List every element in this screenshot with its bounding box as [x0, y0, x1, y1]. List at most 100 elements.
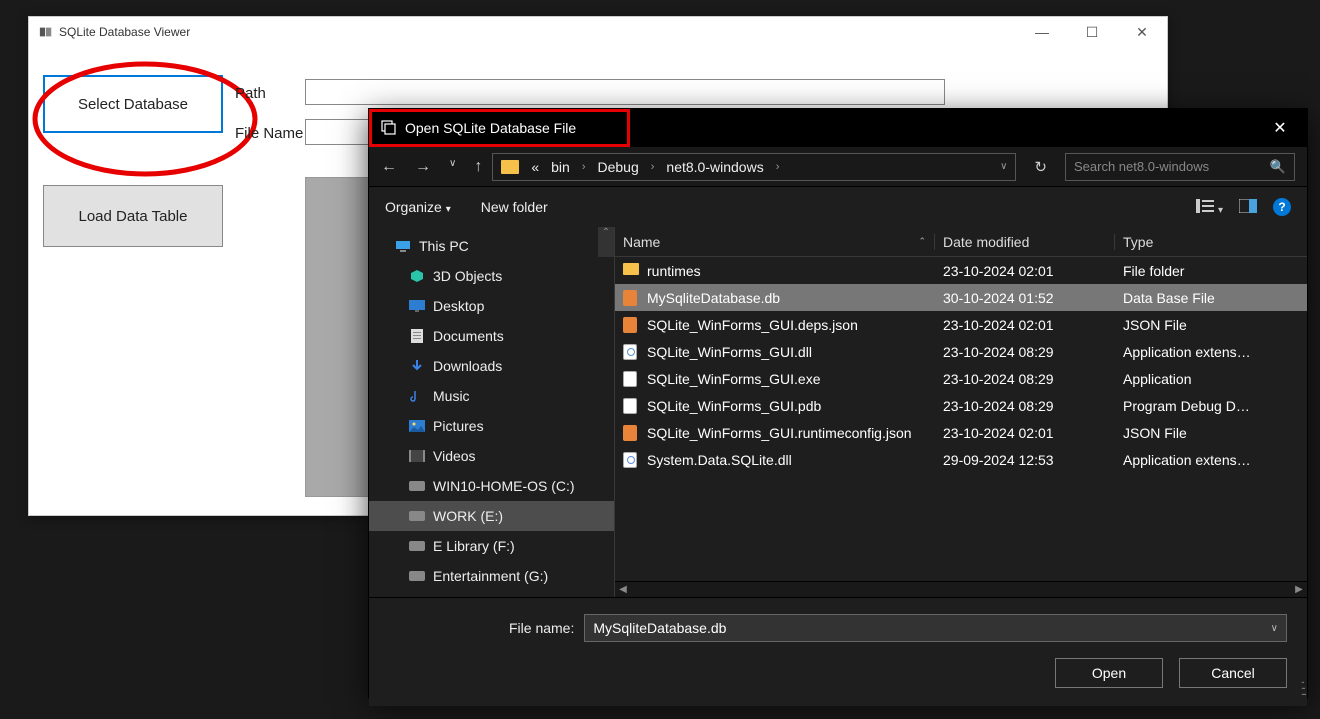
horizontal-scrollbar[interactable]: ◀ ▶ — [615, 581, 1307, 597]
file-name: SQLite_WinForms_GUI.dll — [647, 344, 812, 360]
dialog-title: Open SQLite Database File — [405, 120, 576, 136]
resize-grip-icon[interactable]: ......... — [1301, 677, 1305, 695]
path-input[interactable] — [305, 79, 945, 105]
filename-label: File name: — [509, 620, 574, 636]
close-button[interactable]: ✕ — [1127, 24, 1157, 41]
tree-item[interactable]: Downloads — [369, 351, 614, 381]
tree-item-label: Entertainment (G:) — [433, 568, 548, 584]
tree-item[interactable]: This PC — [369, 231, 614, 261]
view-details-icon[interactable]: ▾ — [1196, 199, 1223, 216]
drive-icon — [409, 478, 425, 494]
dialog-toolbar: Organize ▾ New folder ▾ ? — [369, 187, 1307, 227]
file-name: SQLite_WinForms_GUI.runtimeconfig.json — [647, 425, 912, 441]
tree-item[interactable]: E Library (F:) — [369, 531, 614, 561]
file-date: 29-09-2024 12:53 — [935, 452, 1115, 468]
file-row[interactable]: SQLite_WinForms_GUI.deps.json 23-10-2024… — [615, 311, 1307, 338]
tree-item[interactable]: WIN10-HOME-OS (C:) — [369, 471, 614, 501]
list-header[interactable]: Name⌃ Date modified Type — [615, 227, 1307, 257]
tree-item[interactable]: Desktop — [369, 291, 614, 321]
refresh-icon[interactable]: ↻ — [1026, 158, 1055, 176]
tree-item[interactable]: Music — [369, 381, 614, 411]
tree-item[interactable]: Entertainment (G:) — [369, 561, 614, 591]
file-row[interactable]: System.Data.SQLite.dll 29-09-2024 12:53 … — [615, 446, 1307, 473]
breadcrumb-part[interactable]: net8.0-windows — [666, 159, 763, 175]
tree-item-label: Documents — [433, 328, 504, 344]
scroll-left-icon[interactable]: ◀ — [615, 584, 631, 595]
tree-item[interactable]: Pictures — [369, 411, 614, 441]
tree-item[interactable]: Documents — [369, 321, 614, 351]
file-type: Application — [1115, 371, 1307, 387]
scroll-right-icon[interactable]: ▶ — [1291, 584, 1307, 595]
music-icon — [409, 388, 425, 404]
tree-item[interactable]: 3D Objects — [369, 261, 614, 291]
address-breadcrumb[interactable]: « bin › Debug › net8.0-windows › ∨ — [492, 153, 1016, 181]
dialog-icon — [381, 119, 397, 138]
cancel-button[interactable]: Cancel — [1179, 658, 1287, 688]
new-folder-button[interactable]: New folder — [481, 199, 548, 215]
file-date: 23-10-2024 02:01 — [935, 317, 1115, 333]
tree-item[interactable]: Videos — [369, 441, 614, 471]
file-row[interactable]: MySqliteDatabase.db 30-10-2024 01:52 Dat… — [615, 284, 1307, 311]
breadcrumb-part[interactable]: Debug — [597, 159, 638, 175]
filename-row: File name: MySqliteDatabase.db ∨ — [369, 597, 1307, 658]
search-placeholder: Search net8.0-windows — [1074, 159, 1209, 174]
open-button[interactable]: Open — [1055, 658, 1163, 688]
chevron-right-icon: › — [651, 161, 655, 173]
nav-up-icon[interactable]: ↑ — [474, 158, 482, 176]
file-date: 23-10-2024 02:01 — [935, 263, 1115, 279]
chevron-down-icon: ▾ — [446, 204, 451, 215]
nav-recent-icon[interactable]: ∨ — [449, 158, 456, 176]
minimize-button[interactable]: — — [1027, 24, 1057, 41]
nav-forward-icon[interactable]: → — [415, 158, 431, 176]
column-type[interactable]: Type — [1115, 234, 1307, 250]
file-list: Name⌃ Date modified Type runtimes 23-10-… — [615, 227, 1307, 597]
down-icon — [409, 358, 425, 374]
file-type: JSON File — [1115, 425, 1307, 441]
organize-menu[interactable]: Organize ▾ — [385, 199, 451, 215]
app-icon — [39, 25, 53, 39]
tree-item[interactable]: WORK (E:) — [369, 501, 614, 531]
breadcrumb-part[interactable]: bin — [551, 159, 570, 175]
nav-back-icon[interactable]: ← — [381, 158, 397, 176]
drive-icon — [409, 568, 425, 584]
pdb-icon — [623, 398, 639, 414]
help-icon[interactable]: ? — [1273, 198, 1291, 216]
folder-icon — [501, 160, 519, 174]
folder-icon — [623, 263, 639, 279]
file-date: 23-10-2024 08:29 — [935, 371, 1115, 387]
tree-item-label: WORK (E:) — [433, 508, 503, 524]
dialog-title-bar: Open SQLite Database File ✕ — [369, 109, 1307, 147]
dialog-close-button[interactable]: ✕ — [1265, 118, 1295, 138]
file-row[interactable]: SQLite_WinForms_GUI.pdb 23-10-2024 08:29… — [615, 392, 1307, 419]
file-row[interactable]: runtimes 23-10-2024 02:01 File folder — [615, 257, 1307, 284]
file-type: File folder — [1115, 263, 1307, 279]
breadcrumb-prefix: « — [531, 159, 539, 175]
chevron-right-icon: › — [776, 161, 780, 173]
load-data-table-button[interactable]: Load Data Table — [43, 185, 223, 247]
maximize-button[interactable]: ☐ — [1077, 24, 1107, 41]
search-input[interactable]: Search net8.0-windows 🔍 — [1065, 153, 1295, 181]
filename-value: MySqliteDatabase.db — [593, 620, 726, 636]
json-icon — [623, 425, 639, 441]
file-date: 23-10-2024 08:29 — [935, 344, 1115, 360]
chevron-down-icon: ∨ — [1271, 623, 1278, 634]
file-type: Data Base File — [1115, 290, 1307, 306]
chevron-right-icon: › — [582, 161, 586, 173]
file-date: 30-10-2024 01:52 — [935, 290, 1115, 306]
folder-tree[interactable]: ⌃ This PC 3D Objects Desktop Documents D… — [369, 227, 615, 597]
file-date: 23-10-2024 02:01 — [935, 425, 1115, 441]
file-row[interactable]: SQLite_WinForms_GUI.dll 23-10-2024 08:29… — [615, 338, 1307, 365]
filename-combo[interactable]: MySqliteDatabase.db ∨ — [584, 614, 1287, 642]
dropdown-history-icon[interactable]: ∨ — [1000, 161, 1007, 172]
column-name[interactable]: Name — [623, 234, 660, 250]
column-date[interactable]: Date modified — [935, 234, 1115, 250]
title-bar: SQLite Database Viewer — ☐ ✕ — [29, 17, 1167, 47]
file-name: SQLite_WinForms_GUI.deps.json — [647, 317, 858, 333]
file-row[interactable]: SQLite_WinForms_GUI.runtimeconfig.json 2… — [615, 419, 1307, 446]
desktop-icon — [409, 298, 425, 314]
preview-pane-icon[interactable] — [1239, 199, 1257, 216]
file-type: Program Debug D… — [1115, 398, 1307, 414]
select-database-button[interactable]: Select Database — [43, 75, 223, 133]
file-type: JSON File — [1115, 317, 1307, 333]
file-row[interactable]: SQLite_WinForms_GUI.exe 23-10-2024 08:29… — [615, 365, 1307, 392]
